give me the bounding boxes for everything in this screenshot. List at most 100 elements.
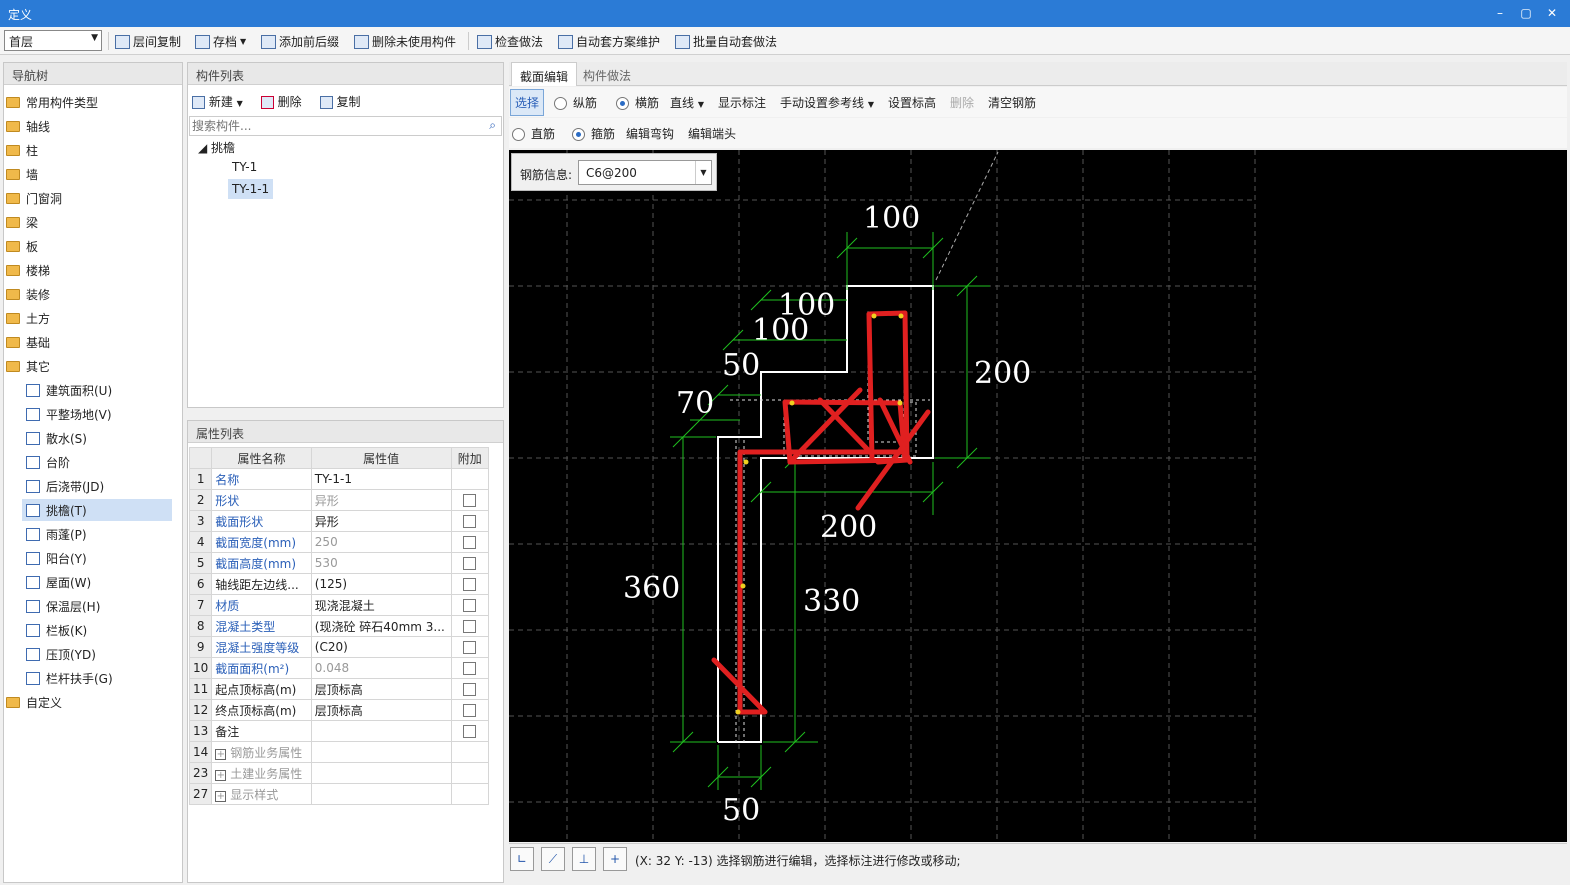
close-icon[interactable]: ✕ xyxy=(1542,4,1562,22)
property-value[interactable]: 250 xyxy=(310,531,452,553)
table-row-group[interactable]: 14 + 钢筋业务属性 xyxy=(188,741,490,763)
nav-sub-item[interactable]: 雨蓬(P) xyxy=(26,523,87,545)
table-row[interactable]: 1 名称 TY-1-1 xyxy=(188,468,490,490)
dim-label[interactable]: 200 xyxy=(974,356,1031,391)
new-button[interactable]: 新建 ▼ xyxy=(192,93,243,110)
rebar-info-select[interactable]: C6@200 ▼ xyxy=(578,160,712,185)
edit-end-button[interactable]: 编辑端头 xyxy=(688,125,736,142)
nav-item[interactable]: 轴线 xyxy=(6,115,50,137)
show-dimension-button[interactable]: 显示标注 xyxy=(718,94,766,111)
tab-component-method[interactable]: 构件做法 xyxy=(575,62,639,86)
property-value[interactable]: (125) xyxy=(310,573,452,595)
nav-item[interactable]: 板 xyxy=(6,235,38,257)
ortho-icon[interactable]: ∟ xyxy=(510,847,534,871)
nav-item-custom[interactable]: 自定义 xyxy=(6,691,62,713)
attach-checkbox[interactable] xyxy=(463,536,477,549)
nav-sub-item[interactable]: 散水(S) xyxy=(26,427,87,449)
delete-unused-button[interactable]: 删除未使用构件 xyxy=(354,33,456,50)
dim-label[interactable]: 100 xyxy=(752,313,809,348)
section-drawing[interactable]: 100 100 100 50 70 200 200 360 330 50 xyxy=(509,150,1567,842)
search-input[interactable] xyxy=(190,117,470,135)
table-row[interactable]: 3 截面形状 异形 xyxy=(188,510,490,532)
section-canvas[interactable]: 100 100 100 50 70 200 200 360 330 50 xyxy=(509,150,1567,842)
straight-radio[interactable]: 直筋 xyxy=(512,125,555,142)
expand-icon[interactable]: + xyxy=(215,769,227,781)
attach-checkbox[interactable] xyxy=(463,683,477,696)
property-value[interactable]: 现浇混凝土 xyxy=(310,594,452,616)
list-item[interactable]: TY-1 xyxy=(232,160,257,174)
table-row[interactable]: 5 截面高度(mm) 530 xyxy=(188,552,490,574)
table-row[interactable]: 10 截面面积(m²) 0.048 xyxy=(188,657,490,679)
table-row[interactable]: 7 材质 现浇混凝土 xyxy=(188,594,490,616)
property-value[interactable]: 层顶标高 xyxy=(310,678,452,700)
select-button[interactable]: 选择 xyxy=(510,89,545,116)
dim-label[interactable]: 330 xyxy=(803,584,860,619)
dim-label[interactable]: 50 xyxy=(722,793,760,828)
nav-sub-item[interactable]: 阳台(Y) xyxy=(26,547,87,569)
minimize-icon[interactable]: – xyxy=(1490,4,1510,22)
dim-label[interactable]: 50 xyxy=(722,348,760,383)
nav-item[interactable]: 基础 xyxy=(6,331,50,353)
nav-item[interactable]: 常用构件类型 xyxy=(6,91,98,113)
property-value[interactable]: TY-1-1 xyxy=(310,468,452,490)
nav-sub-item[interactable]: 挑檐(T) xyxy=(22,499,172,521)
table-row[interactable]: 12 终点顶标高(m) 层顶标高 xyxy=(188,699,490,721)
property-value[interactable]: 530 xyxy=(310,552,452,574)
attach-checkbox[interactable] xyxy=(463,725,477,738)
table-row[interactable]: 11 起点顶标高(m) 层顶标高 xyxy=(188,678,490,700)
snap-icon[interactable]: ⟋ xyxy=(541,847,565,871)
property-value[interactable]: 异形 xyxy=(310,510,452,532)
dim-label[interactable]: 200 xyxy=(820,510,877,545)
tree-root-tiyan[interactable]: ◢ 挑檐 xyxy=(198,139,235,156)
set-elevation-button[interactable]: 设置标高 xyxy=(888,94,936,111)
attach-checkbox[interactable] xyxy=(463,662,477,675)
batch-auto-button[interactable]: 批量自动套做法 xyxy=(675,33,777,50)
perpendicular-icon[interactable]: ⊥ xyxy=(572,847,596,871)
attach-checkbox[interactable] xyxy=(463,557,477,570)
attach-checkbox[interactable] xyxy=(463,620,477,633)
auto-scheme-button[interactable]: 自动套方案维护 xyxy=(558,33,660,50)
archive-button[interactable]: 存档 ▼ xyxy=(195,33,246,50)
expand-icon[interactable]: + xyxy=(215,748,227,760)
nav-item[interactable]: 其它 xyxy=(6,355,50,377)
nav-sub-item[interactable]: 后浇带(JD) xyxy=(26,475,104,497)
nav-item[interactable]: 楼梯 xyxy=(6,259,50,281)
line-dropdown[interactable]: 直线 ▼ xyxy=(670,94,704,111)
table-row[interactable]: 2 形状 异形 xyxy=(188,489,490,511)
nav-item[interactable]: 装修 xyxy=(6,283,50,305)
nav-sub-item[interactable]: 压顶(YD) xyxy=(26,643,96,665)
component-search[interactable]: ⌕ xyxy=(189,116,502,136)
check-method-button[interactable]: 检查做法 xyxy=(477,33,543,50)
clear-rebar-button[interactable]: 清空钢筋 xyxy=(988,94,1036,111)
dim-label[interactable]: 70 xyxy=(676,386,714,421)
nav-sub-item[interactable]: 建筑面积(U) xyxy=(26,379,112,401)
nav-item[interactable]: 柱 xyxy=(6,139,38,161)
transverse-radio[interactable]: 横筋 xyxy=(616,94,659,111)
maximize-icon[interactable]: ▢ xyxy=(1516,4,1536,22)
delete-rebar-button[interactable]: 删除 xyxy=(950,94,974,111)
table-row[interactable]: 13 备注 xyxy=(188,720,490,742)
table-row[interactable]: 8 混凝土类型 (现浇砼 碎石40mm 3... xyxy=(188,615,490,637)
nav-item[interactable]: 土方 xyxy=(6,307,50,329)
property-value[interactable]: (现浇砼 碎石40mm 3... xyxy=(310,615,452,637)
nav-sub-item[interactable]: 栏杆扶手(G) xyxy=(26,667,113,689)
table-row-group[interactable]: 27 + 显示样式 xyxy=(188,783,490,805)
nav-sub-item[interactable]: 栏板(K) xyxy=(26,619,87,641)
table-row-group[interactable]: 23 + 土建业务属性 xyxy=(188,762,490,784)
longitudinal-radio[interactable]: 纵筋 xyxy=(554,94,597,111)
delete-button[interactable]: 删除 xyxy=(260,93,302,110)
table-row[interactable]: 9 混凝土强度等级 (C20) xyxy=(188,636,490,658)
list-item-selected[interactable]: TY-1-1 xyxy=(228,179,274,199)
stirrup-radio[interactable]: 箍筋 xyxy=(572,125,615,142)
dim-label[interactable]: 360 xyxy=(623,571,680,606)
add-prefix-button[interactable]: 添加前后缀 xyxy=(261,33,339,50)
property-value[interactable]: (C20) xyxy=(310,636,452,658)
property-value[interactable] xyxy=(310,720,452,742)
attach-checkbox[interactable] xyxy=(463,704,477,717)
nav-sub-item[interactable]: 保温层(H) xyxy=(26,595,100,617)
chevron-down-icon[interactable]: ▼ xyxy=(695,161,711,184)
attach-checkbox[interactable] xyxy=(463,578,477,591)
floor-copy-button[interactable]: 层间复制 xyxy=(115,33,181,50)
property-value[interactable]: 异形 xyxy=(310,489,452,511)
property-value[interactable]: 层顶标高 xyxy=(310,699,452,721)
